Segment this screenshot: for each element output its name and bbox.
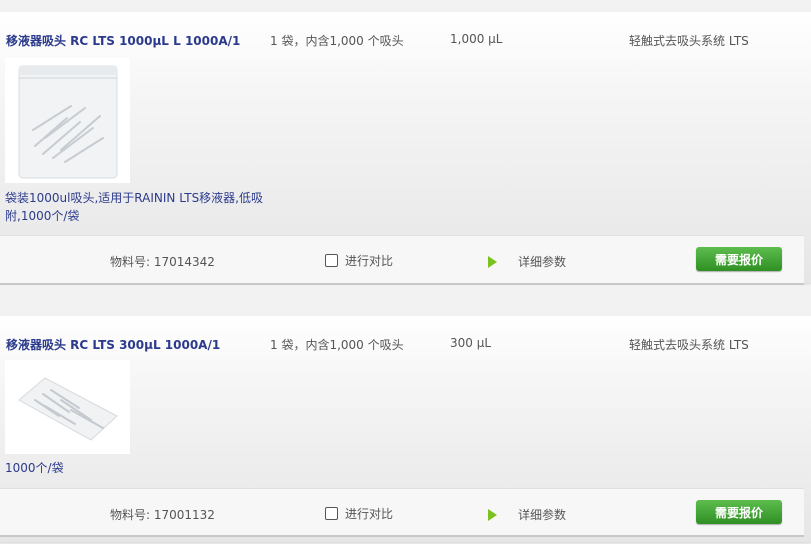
product-description: 1000个/袋 — [5, 461, 64, 475]
play-arrow-icon — [488, 255, 497, 268]
details-label: 详细参数 — [518, 508, 567, 522]
product-description: 袋装1000ul吸头,适用于RAININ LTS移液器,低吸附,1000个/袋 — [5, 191, 263, 223]
product-card: 移液器吸头 RC LTS 300µL 1000A/1 1 袋，内含1,000 个… — [0, 316, 811, 542]
product-volume: 300 µL — [450, 336, 492, 350]
tip-bag-image — [5, 58, 130, 183]
compare-toggle[interactable]: 进行对比 — [325, 252, 393, 269]
tip-bag-image — [5, 360, 130, 454]
part-number: 物料号: 17001132 — [110, 508, 215, 522]
request-quote-button[interactable]: 需要报价 — [696, 247, 782, 271]
product-action-bar: 物料号: 17014342 进行对比 详细参数 需要报价 — [0, 235, 804, 285]
request-quote-button[interactable]: 需要报价 — [696, 500, 782, 524]
compare-checkbox[interactable] — [325, 254, 338, 267]
compare-toggle[interactable]: 进行对比 — [325, 505, 393, 522]
compare-label: 进行对比 — [345, 254, 394, 268]
product-system: 轻触式去吸头系统 LTS — [629, 34, 749, 48]
details-label: 详细参数 — [518, 255, 567, 269]
product-quantity: 1 袋，内含1,000 个吸头 — [270, 34, 404, 48]
compare-checkbox[interactable] — [325, 507, 338, 520]
details-link[interactable]: 详细参数 — [488, 253, 566, 270]
product-image[interactable] — [5, 58, 130, 183]
product-title[interactable]: 移液器吸头 RC LTS 300µL 1000A/1 — [6, 336, 220, 353]
product-system: 轻触式去吸头系统 LTS — [629, 338, 749, 352]
product-card: 移液器吸头 RC LTS 1000µL L 1000A/1 1 袋，内含1,00… — [0, 12, 811, 285]
details-link[interactable]: 详细参数 — [488, 506, 566, 523]
product-image[interactable] — [5, 360, 130, 454]
play-arrow-icon — [488, 508, 497, 521]
product-quantity: 1 袋，内含1,000 个吸头 — [270, 338, 404, 352]
compare-label: 进行对比 — [345, 507, 394, 521]
product-title[interactable]: 移液器吸头 RC LTS 1000µL L 1000A/1 — [6, 32, 240, 49]
part-number: 物料号: 17014342 — [110, 255, 215, 269]
product-volume: 1,000 µL — [450, 32, 503, 46]
product-action-bar: 物料号: 17001132 进行对比 详细参数 需要报价 — [0, 488, 804, 537]
